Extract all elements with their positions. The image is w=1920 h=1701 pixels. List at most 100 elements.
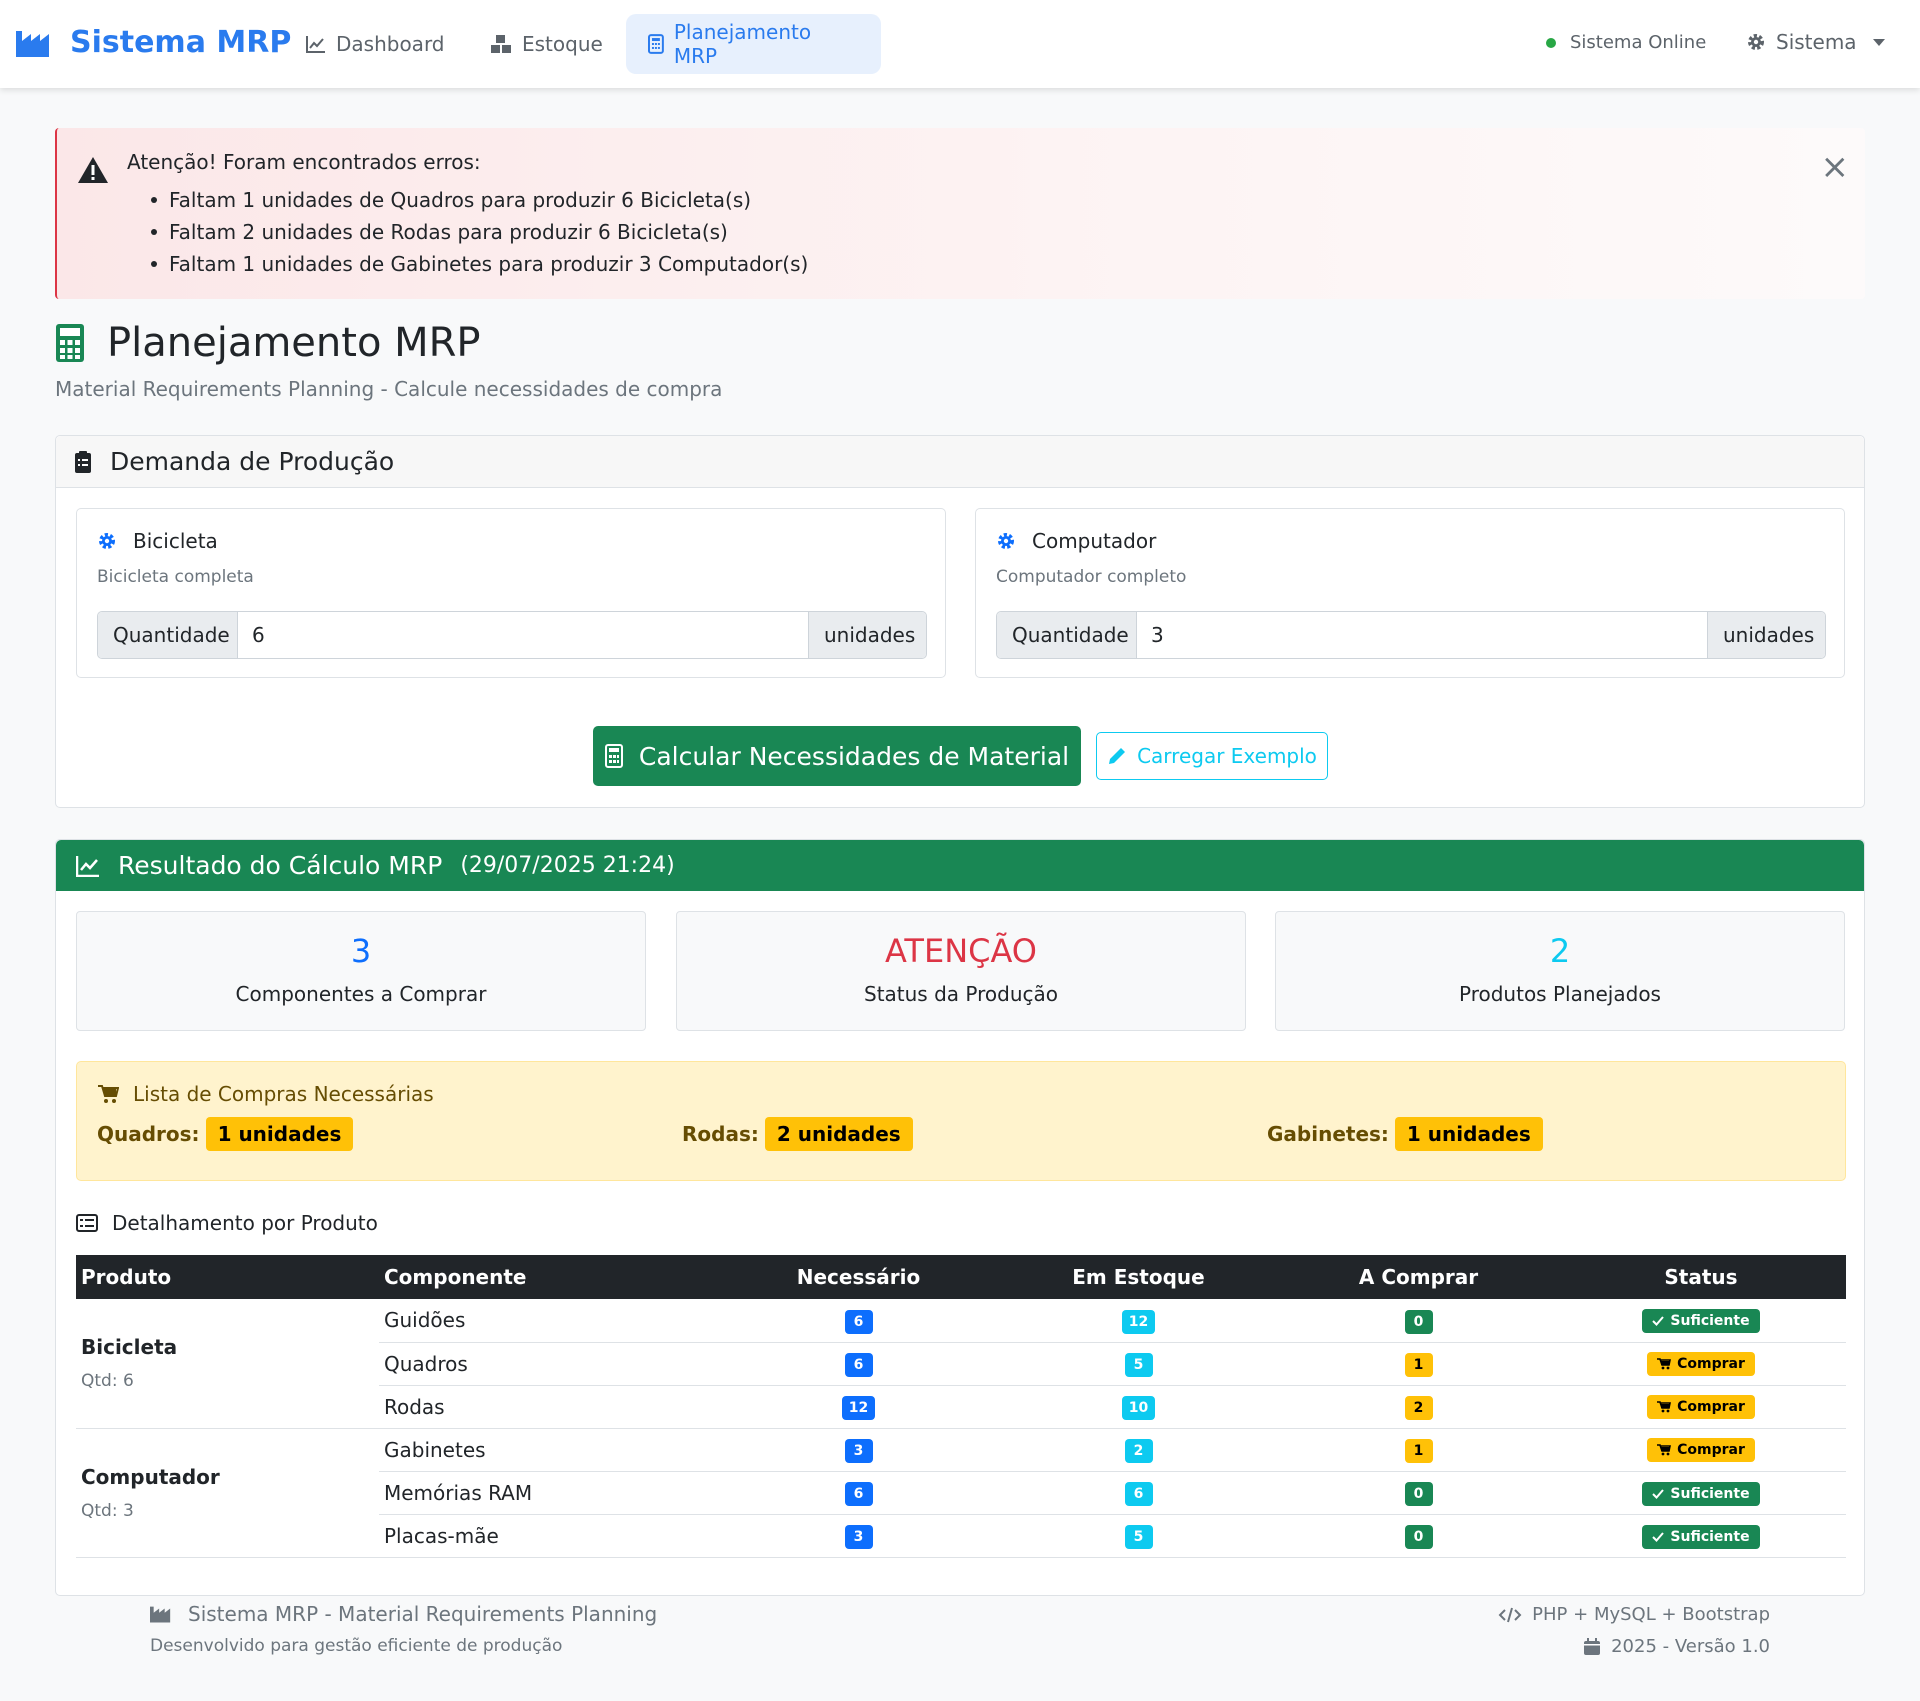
product-description: Bicicleta completa bbox=[97, 567, 254, 587]
alert-title: Atenção! Foram encontrados erros: bbox=[127, 150, 481, 174]
status-badge: Suficiente bbox=[1642, 1481, 1760, 1506]
status-badge: Suficiente bbox=[1642, 1309, 1760, 1334]
product-box-computador: Computador Computador completo Quantidad… bbox=[975, 508, 1845, 678]
result-card: Resultado do Cálculo MRP (29/07/2025 21:… bbox=[55, 839, 1865, 1596]
stock-badge: 12 bbox=[1121, 1309, 1156, 1334]
quantity-input-group: Quantidade unidades bbox=[996, 611, 1826, 659]
product-name: Computador bbox=[81, 1464, 220, 1489]
component-cell: Memórias RAM bbox=[379, 1471, 721, 1515]
buy-badge: 0 bbox=[1404, 1525, 1433, 1549]
unit-label: unidades bbox=[1707, 612, 1825, 658]
caret-down-icon bbox=[1872, 38, 1885, 46]
calculate-button[interactable]: Calcular Necessidades de Material bbox=[593, 726, 1081, 786]
status-label: Suficiente bbox=[1670, 1485, 1750, 1502]
stat-planned-products: 2 Produtos Planejados bbox=[1275, 911, 1845, 1031]
status-label: Suficiente bbox=[1670, 1528, 1750, 1545]
stat-components-to-buy: 3 Componentes a Comprar bbox=[76, 911, 646, 1031]
close-icon[interactable]: × bbox=[1821, 150, 1850, 184]
component-cell: Rodas bbox=[379, 1385, 721, 1429]
brand-link[interactable]: Sistema MRP bbox=[16, 25, 291, 60]
navbar: Sistema MRP Dashboard Estoque Planejamen… bbox=[0, 0, 1920, 88]
product-cell: Bicicleta Qtd: 6 bbox=[76, 1299, 379, 1429]
footer-title-text: Sistema MRP - Material Requirements Plan… bbox=[188, 1602, 658, 1626]
nav-estoque[interactable]: Estoque bbox=[468, 14, 625, 74]
result-card-header: Resultado do Cálculo MRP (29/07/2025 21:… bbox=[56, 840, 1864, 891]
column-header: Status bbox=[1556, 1255, 1846, 1299]
load-example-button[interactable]: Carregar Exemplo bbox=[1096, 732, 1328, 780]
check-icon bbox=[1652, 1316, 1665, 1327]
status-badge: Suficiente bbox=[1642, 1524, 1760, 1549]
detail-header: Detalhamento por Produto bbox=[76, 1211, 378, 1235]
buy-badge: 1 bbox=[1404, 1353, 1433, 1377]
nav-planejamento[interactable]: Planejamento MRP bbox=[626, 14, 881, 74]
component-cell: Quadros bbox=[379, 1342, 721, 1386]
shopping-item: Gabinetes: 1 unidades bbox=[1267, 1117, 1543, 1151]
system-dropdown-label: Sistema bbox=[1776, 30, 1857, 54]
result-title: Resultado do Cálculo MRP bbox=[118, 851, 443, 880]
nav-dashboard-label: Dashboard bbox=[336, 32, 445, 56]
stat-value: ATENÇÃO bbox=[885, 932, 1037, 970]
shopping-item-qty: 1 unidades bbox=[205, 1117, 354, 1151]
calculator-icon bbox=[56, 324, 84, 362]
quantity-input[interactable] bbox=[238, 612, 808, 658]
buy-badge: 1 bbox=[1404, 1439, 1433, 1463]
column-header: Necessário bbox=[721, 1255, 996, 1299]
footer-tech: PHP + MySQL + Bootstrap bbox=[1498, 1604, 1770, 1625]
needed-badge: 12 bbox=[841, 1396, 876, 1420]
product-name-label: Computador bbox=[1032, 529, 1157, 553]
clipboard-icon bbox=[75, 450, 91, 473]
result-timestamp: (29/07/2025 21:24) bbox=[460, 853, 675, 878]
needed-badge: 6 bbox=[844, 1309, 873, 1334]
stock-badge: 5 bbox=[1124, 1525, 1153, 1549]
demand-card-header: Demanda de Produção bbox=[56, 436, 1864, 488]
boxes-icon bbox=[491, 35, 511, 53]
cart-icon bbox=[1657, 1444, 1672, 1456]
system-dropdown[interactable]: Sistema bbox=[1746, 30, 1885, 54]
alert-error-item: Faltam 2 unidades de Rodas para produzir… bbox=[150, 216, 808, 248]
product-cell: Computador Qtd: 3 bbox=[76, 1428, 379, 1558]
product-qty: Qtd: 6 bbox=[81, 1371, 134, 1392]
warning-icon bbox=[78, 157, 108, 183]
shopping-list-title: Lista de Compras Necessárias bbox=[133, 1082, 434, 1106]
detail-table: Produto Componente Necessário Em Estoque… bbox=[76, 1255, 1846, 1558]
stat-value: 2 bbox=[1549, 932, 1571, 970]
status-badge: Comprar bbox=[1647, 1438, 1755, 1462]
buy-badge: 0 bbox=[1404, 1482, 1433, 1506]
system-status: Sistema Online bbox=[1546, 32, 1706, 53]
brand-title: Sistema MRP bbox=[70, 25, 292, 60]
table-row: Computador Qtd: 3 Gabinetes 3 2 1 Compra… bbox=[76, 1428, 1846, 1558]
code-icon bbox=[1498, 1607, 1522, 1622]
error-alert: Atenção! Foram encontrados erros: Faltam… bbox=[55, 128, 1865, 299]
needed-badge: 3 bbox=[844, 1439, 873, 1463]
product-name-label: Bicicleta bbox=[133, 529, 218, 553]
stock-badge: 2 bbox=[1124, 1439, 1153, 1463]
quantity-label: Quantidade bbox=[997, 612, 1137, 658]
needed-badge: 3 bbox=[844, 1525, 873, 1549]
cart-icon bbox=[98, 1085, 119, 1103]
quantity-label: Quantidade bbox=[98, 612, 238, 658]
stat-label: Componentes a Comprar bbox=[235, 982, 487, 1006]
nav-dashboard[interactable]: Dashboard bbox=[284, 14, 467, 74]
check-icon bbox=[1652, 1531, 1665, 1542]
column-header: Componente bbox=[379, 1255, 721, 1299]
quantity-input-group: Quantidade unidades bbox=[97, 611, 927, 659]
shopping-item-qty: 1 unidades bbox=[1394, 1117, 1543, 1151]
detail-title: Detalhamento por Produto bbox=[112, 1211, 378, 1235]
system-status-label: Sistema Online bbox=[1570, 32, 1707, 53]
shopping-list-header: Lista de Compras Necessárias bbox=[97, 1082, 434, 1106]
list-icon bbox=[76, 1214, 98, 1232]
shopping-item-name: Quadros: bbox=[97, 1122, 200, 1146]
gear-icon bbox=[1748, 34, 1764, 50]
buy-badge: 2 bbox=[1404, 1396, 1433, 1420]
industry-icon bbox=[16, 30, 49, 57]
footer-version-text: 2025 - Versão 1.0 bbox=[1611, 1636, 1770, 1657]
gear-icon bbox=[998, 533, 1014, 549]
load-example-label: Carregar Exemplo bbox=[1137, 744, 1317, 768]
demand-card-title: Demanda de Produção bbox=[110, 447, 395, 476]
check-icon bbox=[1652, 1488, 1665, 1499]
product-name: Computador bbox=[996, 529, 1156, 553]
footer-subtitle: Desenvolvido para gestão eficiente de pr… bbox=[150, 1636, 563, 1656]
alert-error-item: Faltam 1 unidades de Quadros para produz… bbox=[150, 184, 808, 216]
page-title: Planejamento MRP bbox=[55, 320, 481, 366]
quantity-input[interactable] bbox=[1137, 612, 1707, 658]
